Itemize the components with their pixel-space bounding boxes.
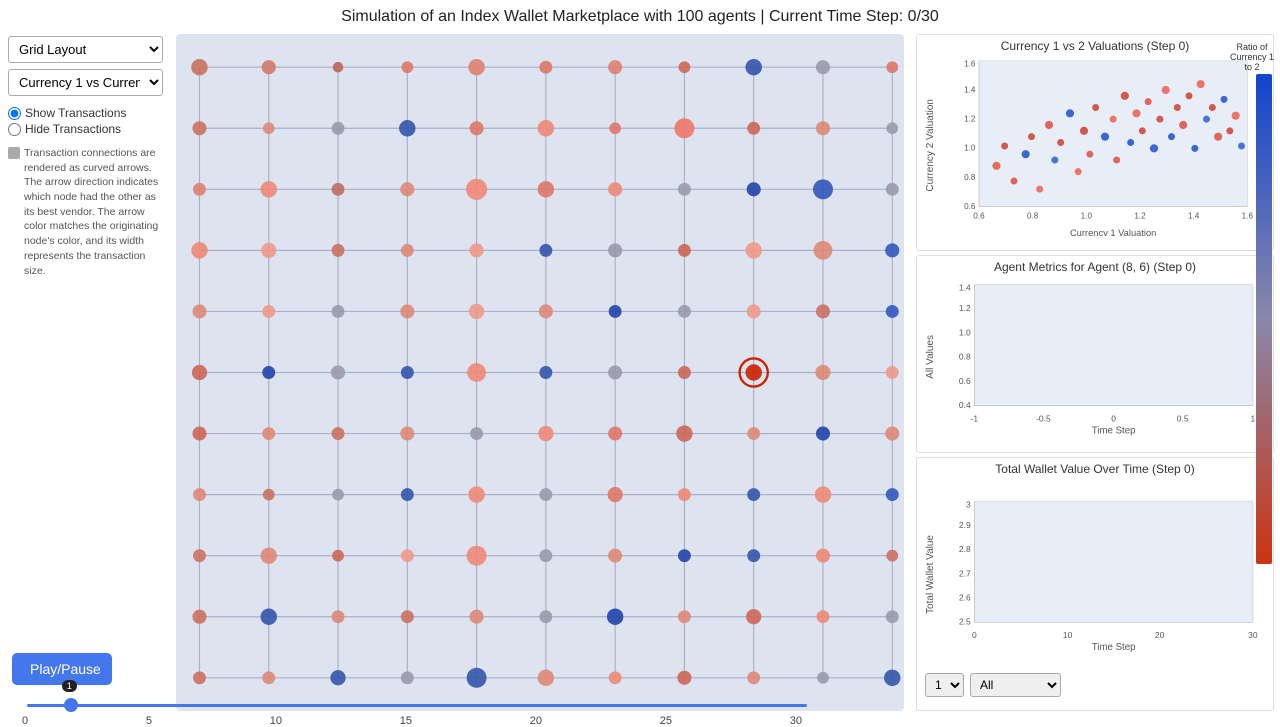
chart3-dropdown1[interactable]: 1 2 3 [925,673,964,697]
slider-handle[interactable]: 1 [64,698,78,712]
svg-text:0.5: 0.5 [1177,413,1189,423]
tick-0: 0 [22,715,28,727]
svg-text:0.6: 0.6 [964,202,976,211]
tick-20: 20 [530,715,542,727]
info-icon [8,147,20,159]
svg-text:Time Step: Time Step [1092,425,1136,436]
svg-text:30: 30 [1248,630,1258,640]
svg-text:1.0: 1.0 [959,327,971,337]
chart1-svg: 0.6 0.8 1.0 1.2 1.4 1.6 0.6 0.8 1.0 1.2 … [938,55,1265,236]
svg-text:-1: -1 [971,413,979,423]
slider-container[interactable]: 1 [17,698,797,714]
chart2-yaxis: All Values [925,335,936,379]
svg-text:2.7: 2.7 [959,569,971,579]
svg-text:1.2: 1.2 [959,303,971,313]
chart3-dropdowns: 1 2 3 All Currency 1 Currency 2 [925,673,1265,697]
tick-labels: 0 5 10 15 20 25 30 [22,715,802,727]
slider-track [27,704,807,707]
chart3-svg: 2.5 2.6 2.7 2.8 2.9 3 0 10 20 30 [938,478,1265,670]
page-title: Simulation of an Index Wallet Marketplac… [0,0,1280,30]
svg-text:2.5: 2.5 [959,617,971,627]
chart3-title: Total Wallet Value Over Time (Step 0) [925,462,1265,476]
svg-text:1.2: 1.2 [1134,211,1146,220]
svg-text:1.0: 1.0 [964,144,976,153]
hide-transactions-input[interactable] [8,123,21,136]
svg-text:3: 3 [966,500,971,510]
grid-canvas[interactable] [176,34,904,711]
chart2-container: Agent Metrics for Agent (8, 6) (Step 0) … [916,255,1274,453]
timeline: 1 0 5 10 15 20 25 30 [17,698,797,727]
svg-text:1.4: 1.4 [964,85,976,94]
svg-text:Currency 1 Valuation: Currency 1 Valuation [1070,228,1156,236]
svg-text:0: 0 [1111,413,1116,423]
colorbar-title: Ratio of Currency 1 to 2 [1227,42,1277,72]
svg-text:0.6: 0.6 [959,376,971,386]
svg-text:1.4: 1.4 [1188,211,1200,220]
svg-text:2.6: 2.6 [959,593,971,603]
svg-text:1.0: 1.0 [1081,211,1093,220]
grid-svg [176,34,904,711]
svg-text:2.8: 2.8 [959,544,971,554]
show-transactions-input[interactable] [8,107,21,120]
svg-text:1.2: 1.2 [964,115,976,124]
chart2-svg: 0.4 0.6 0.8 1.0 1.2 1.4 -1 -0.5 0 0.5 1 [938,276,1265,438]
svg-text:10: 10 [1063,630,1073,640]
svg-text:0.6: 0.6 [973,211,985,220]
layout-dropdown[interactable]: Grid Layout Circle Layout Random Layout [8,36,163,63]
svg-text:0.4: 0.4 [959,400,971,410]
right-panel: Currency 1 vs 2 Valuations (Step 0) Curr… [910,30,1280,715]
hide-transactions-radio[interactable]: Hide Transactions [8,122,162,136]
tick-30: 30 [790,715,802,727]
tick-5: 5 [146,715,152,727]
chart3-yaxis: Total Wallet Value [925,535,936,614]
show-transactions-radio[interactable]: Show Transactions [8,106,162,120]
tick-25: 25 [660,715,672,727]
play-pause-button[interactable]: Play/Pause [12,653,112,685]
bottom-bar: Play/Pause 1 0 5 10 15 20 25 30 [0,649,840,721]
tick-10: 10 [270,715,282,727]
svg-text:0.8: 0.8 [1027,211,1039,220]
svg-text:0.8: 0.8 [964,173,976,182]
sidebar: Grid Layout Circle Layout Random Layout … [0,30,170,715]
svg-text:0.8: 0.8 [959,351,971,361]
chart1-title: Currency 1 vs 2 Valuations (Step 0) [925,39,1265,53]
svg-text:Time Step: Time Step [1092,642,1136,653]
chart3-dropdown2[interactable]: All Currency 1 Currency 2 [970,673,1061,697]
tick-15: 15 [400,715,412,727]
chart3-container: Total Wallet Value Over Time (Step 0) To… [916,457,1274,711]
currency-dropdown[interactable]: Currency 1 vs Currency 2 Currency 1 vs C… [8,69,163,96]
transaction-radio-group: Show Transactions Hide Transactions [8,106,162,136]
svg-text:1.6: 1.6 [964,60,976,69]
chart2-title: Agent Metrics for Agent (8, 6) (Step 0) [925,260,1265,274]
svg-text:0: 0 [972,630,977,640]
svg-text:2.9: 2.9 [959,520,971,530]
svg-text:20: 20 [1155,630,1165,640]
info-text-block: Transaction connections are rendered as … [8,146,162,278]
svg-text:1.4: 1.4 [959,282,971,292]
color-gradient [1256,74,1272,564]
grid-area [170,30,910,715]
chart1-yaxis: Currency 2 Valuation [925,99,936,192]
color-bar: Ratio of Currency 1 to 2 0.75 0.5 (Equal… [1250,42,1278,602]
svg-text:-0.5: -0.5 [1036,413,1051,423]
chart1-container: Currency 1 vs 2 Valuations (Step 0) Curr… [916,34,1274,251]
step-badge: 1 [62,680,77,692]
